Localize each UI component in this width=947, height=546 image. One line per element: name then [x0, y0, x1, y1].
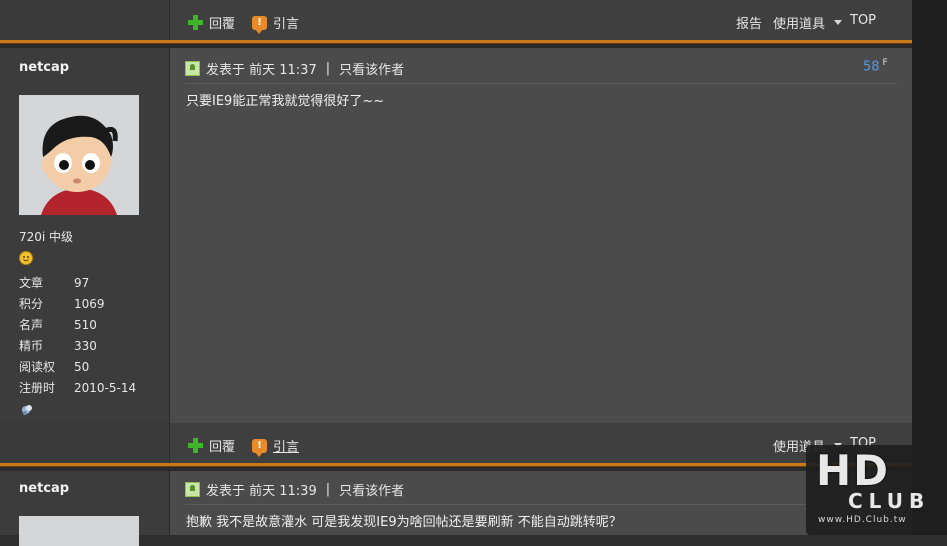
medal-icon[interactable]	[20, 403, 34, 417]
reply-button[interactable]: 回覆	[188, 436, 235, 455]
meta-divider-line	[185, 504, 897, 505]
meta-divider: |	[325, 61, 331, 76]
plus-icon	[188, 15, 203, 30]
reply-label: 回覆	[209, 17, 236, 32]
site-watermark: HD CLUB www.HD.Club.tw	[806, 445, 947, 535]
floor-suffix: F	[882, 58, 888, 68]
smiley-icon	[19, 251, 33, 265]
post-meta: 发表于 前天 11:37 | 只看该作者	[185, 59, 404, 78]
posted-time: 发表于 前天 11:39	[206, 484, 317, 499]
author-sidebar: netcap	[0, 471, 170, 546]
meta-divider-line	[185, 83, 897, 84]
chevron-down-icon	[834, 20, 843, 25]
watermark-url: www.HD.Club.tw	[818, 515, 907, 525]
reply-label: 回覆	[209, 440, 236, 455]
quote-button[interactable]: ! 引言	[252, 436, 300, 457]
prev-post-side-footer	[0, 0, 170, 40]
post-side-footer	[0, 423, 170, 463]
top-label: TOP	[850, 13, 877, 28]
post-content: 只要IE9能正常我就觉得很好了~~	[186, 94, 385, 109]
post-body: 发表于 前天 11:37 | 只看该作者 58 F 只要IE9能正常我就觉得很好了…	[170, 48, 912, 423]
floor-number[interactable]: 58 F	[863, 58, 888, 74]
author-only-link[interactable]: 只看该作者	[339, 480, 404, 499]
stat-registered: 注册时 2010-5-14	[19, 381, 137, 395]
stat-read-permission: 阅读权 50	[19, 360, 90, 374]
report-button[interactable]: 报告	[736, 13, 762, 32]
quote-label: 引言	[273, 17, 300, 32]
plus-icon	[188, 438, 203, 453]
post-body: 发表于 前天 11:39 | 只看该作者 抱歉 我不是故意灌水 可是我发现IE9…	[170, 471, 912, 535]
quote-label: 引言	[273, 440, 300, 455]
prev-post-action-bar: 回覆 ! 引言 报告 使用道具 TOP	[170, 0, 912, 40]
posted-time: 发表于 前天 11:37	[206, 63, 317, 78]
meta-divider: |	[325, 482, 331, 497]
tools-dropdown[interactable]: 使用道具	[773, 13, 843, 32]
online-status-icon	[185, 61, 200, 76]
watermark-logo: HD	[816, 446, 891, 495]
user-level: 720i 中级	[19, 230, 74, 244]
stat-points: 积分 1069	[19, 297, 105, 311]
stat-coins: 精币 330	[19, 339, 97, 353]
online-status-icon	[185, 482, 200, 497]
stat-reputation: 名声 510	[19, 318, 97, 332]
author-only-link[interactable]: 只看该作者	[339, 59, 404, 78]
quote-icon: !	[252, 15, 267, 34]
reply-button[interactable]: 回覆	[188, 13, 235, 32]
watermark-club: CLUB	[848, 489, 931, 513]
author-sidebar: netcap 720i 中级 文章 97 积分 1069 名声 510 精币 330 阅…	[0, 48, 170, 423]
floor-value: 58	[863, 59, 880, 75]
report-label: 报告	[736, 17, 763, 32]
post-action-bar: 回覆 ! 引言 使用道具 TOP	[170, 423, 912, 463]
top-link[interactable]: TOP	[850, 13, 876, 28]
tools-label: 使用道具	[773, 17, 826, 32]
post-content: 抱歉 我不是故意灌水 可是我发现IE9为啥回帖还是要刷新 不能自动跳转呢？	[186, 515, 622, 530]
post-meta: 发表于 前天 11:39 | 只看该作者	[185, 480, 404, 499]
avatar[interactable]	[19, 516, 139, 546]
username[interactable]: netcap	[19, 60, 69, 75]
username[interactable]: netcap	[19, 481, 69, 496]
avatar[interactable]	[19, 95, 139, 215]
quote-icon: !	[252, 438, 267, 457]
avatar-image	[19, 95, 139, 215]
quote-button[interactable]: ! 引言	[252, 13, 300, 34]
stat-posts: 文章 97	[19, 276, 90, 290]
